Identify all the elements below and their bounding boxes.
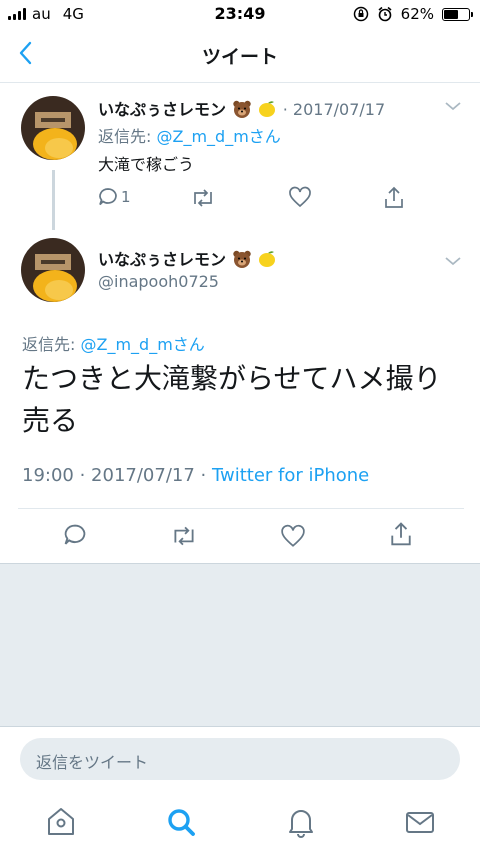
reply-icon [99,188,117,206]
page-title: ツイート [201,46,278,68]
main-retweet-icon[interactable] [170,523,198,549]
lemon-emoji-icon [259,101,276,117]
bear-emoji-icon [232,250,251,268]
parent-date: · 2017/07/17 [282,100,386,119]
parent-more-icon[interactable] [444,100,462,112]
empty-area [0,563,480,727]
parent-reply-button[interactable]: 1 [97,186,131,212]
main-tweet-meta: 19:00 · 2017/07/17 · Twitter for iPhone [22,465,369,486]
status-bar: au 4G 23:49 62% [0,0,480,28]
notifications-icon[interactable] [284,805,318,839]
client-link[interactable]: Twitter for iPhone [212,465,369,486]
tab-bar [0,795,480,854]
parent-author: いなぷぅさレモン · 2017/07/17 [98,96,385,120]
main-reply-label: 返信先: [22,335,76,354]
rotation-lock-icon [353,6,368,22]
messages-icon[interactable] [403,805,437,839]
main-share-icon[interactable] [389,521,413,548]
main-reply-mention[interactable]: @Z_m_d_mさん [81,335,205,354]
parent-reply-mention[interactable]: @Z_m_d_mさん [157,127,281,146]
bear-emoji-icon [232,100,251,118]
main-reply-icon[interactable] [62,522,88,548]
parent-avatar[interactable] [21,96,85,160]
parent-tweet-text: 大滝で稼ごう [98,155,195,174]
parent-share-icon[interactable] [383,186,405,210]
home-icon[interactable] [44,805,78,839]
main-author: いなぷぅさレモン [98,246,277,270]
divider [18,508,464,509]
parent-reply-count: 1 [121,188,131,206]
main-avatar[interactable] [21,238,85,302]
search-icon[interactable] [164,805,198,839]
parent-reply-line: 返信先: @Z_m_d_mさん [98,123,281,147]
reply-input[interactable]: 返信をツイート [20,738,460,780]
alarm-icon [378,6,392,22]
battery-icon [442,7,473,21]
main-handle[interactable]: @inapooh0725 [98,272,219,291]
lemon-emoji-icon [259,251,276,267]
reply-placeholder: 返信をツイート [36,753,149,772]
parent-like-icon[interactable] [288,186,312,208]
parent-author-name: いなぷぅさレモン [98,100,227,119]
battery-percent: 62% [400,5,434,23]
main-timestamp: 19:00 · 2017/07/17 · [22,465,207,486]
parent-reply-label: 返信先: [98,127,152,146]
main-tweet-text: たつきと大滝繋がらせてハメ撮り売る [22,362,442,437]
main-reply-line: 返信先: @Z_m_d_mさん [22,331,205,355]
nav-bar: ツイート [0,28,480,83]
thread-connector [52,170,55,230]
main-more-icon[interactable] [444,255,462,267]
main-author-name: いなぷぅさレモン [98,250,227,269]
main-like-icon[interactable] [280,524,306,548]
parent-retweet-icon[interactable] [190,186,216,210]
